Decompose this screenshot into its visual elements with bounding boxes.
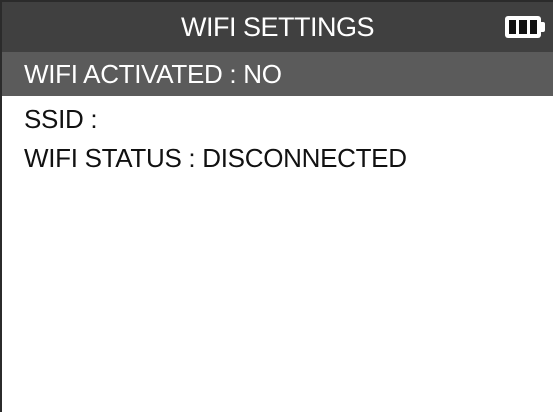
- menu-item-wifi-status[interactable]: WIFI STATUS : DISCONNECTED: [2, 138, 553, 178]
- menu-item-ssid[interactable]: SSID :: [2, 99, 553, 139]
- wifi-settings-screen: WIFI SETTINGS WIFI ACTIVATED : NO SSID :…: [0, 0, 553, 412]
- battery-cell: [519, 20, 527, 34]
- battery-cell: [529, 20, 537, 34]
- menu-item-wifi-activated[interactable]: WIFI ACTIVATED : NO: [2, 52, 553, 96]
- title-bar: WIFI SETTINGS: [2, 2, 553, 52]
- battery-cell: [509, 20, 517, 34]
- battery-full-icon: [505, 16, 547, 38]
- battery-tip: [541, 22, 545, 32]
- page-title: WIFI SETTINGS: [181, 12, 375, 42]
- battery-body: [505, 16, 541, 38]
